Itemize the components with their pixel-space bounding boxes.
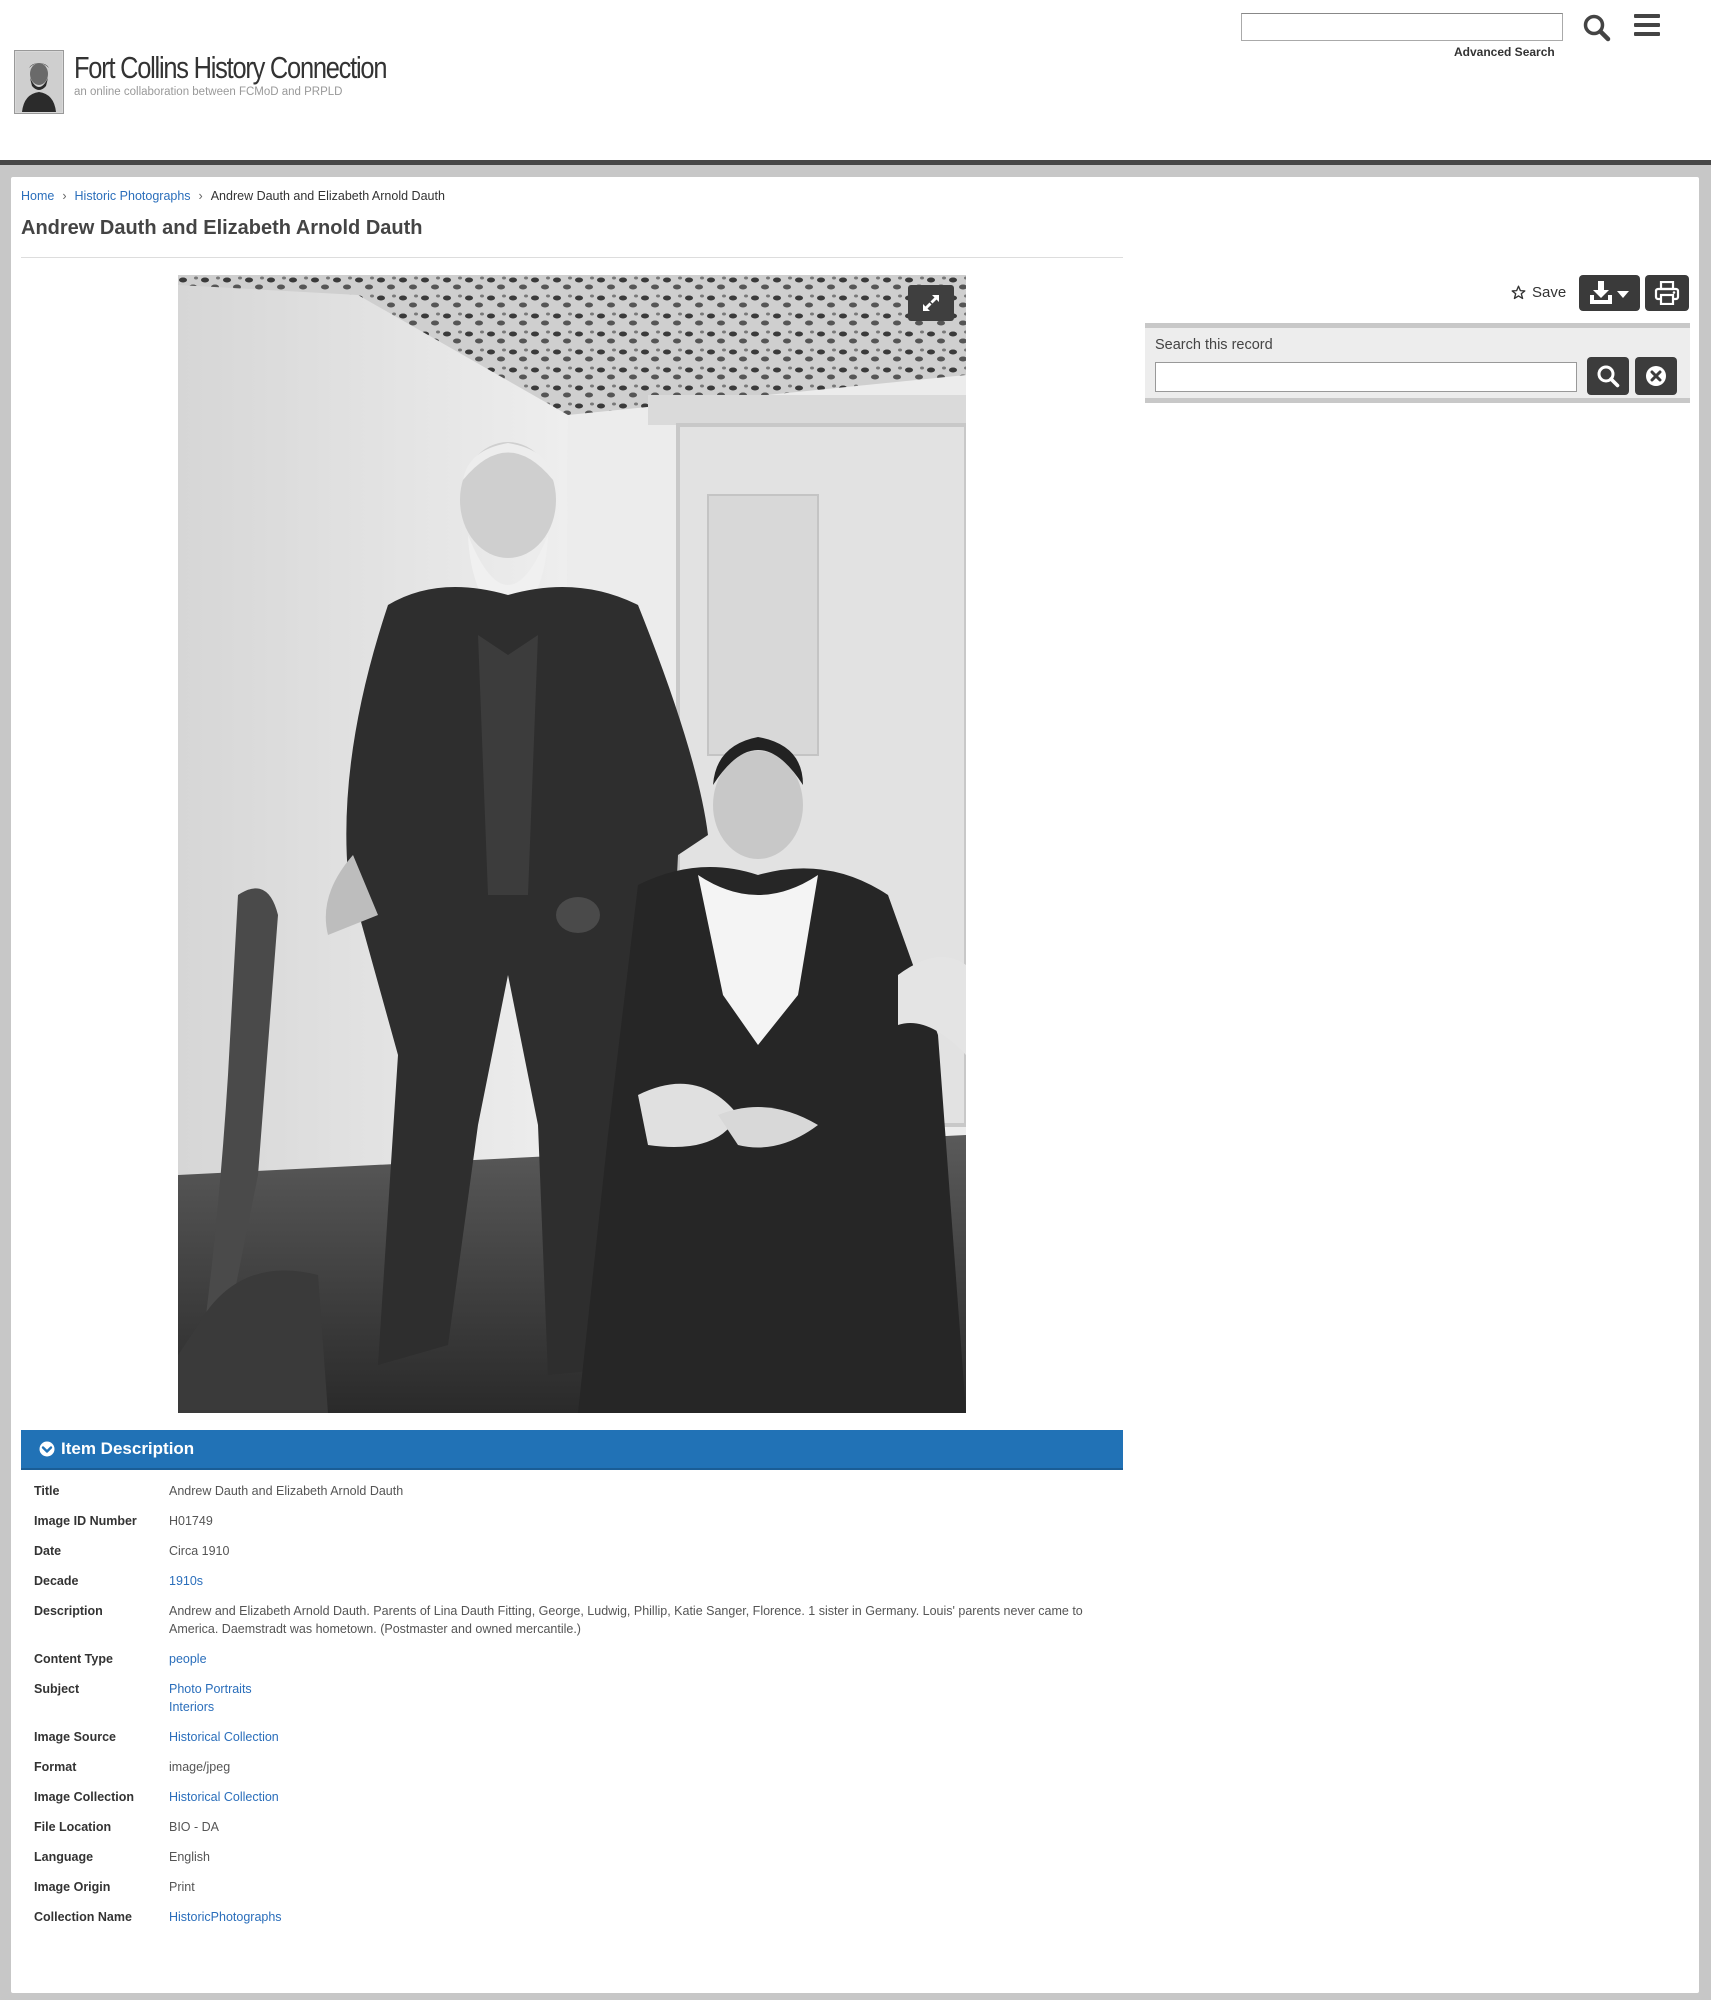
field-file-location: File Location BIO - DA (34, 1818, 1114, 1836)
collection-name-link[interactable]: HistoricPhotographs (169, 1908, 1114, 1926)
field-value: Circa 1910 (169, 1544, 230, 1558)
content-type-link[interactable]: people (169, 1650, 1114, 1668)
search-icon (1597, 365, 1620, 388)
field-value: H01749 (169, 1514, 213, 1528)
field-label: Decade (34, 1574, 79, 1588)
field-label: File Location (34, 1820, 112, 1834)
star-outline-icon (1511, 285, 1526, 300)
field-label: Date (34, 1544, 62, 1558)
field-language: Language English (34, 1848, 1114, 1866)
clear-x-circle-icon (1646, 366, 1666, 386)
logo-portrait-icon (14, 50, 64, 114)
field-image-collection: Image Collection Historical Collection (34, 1788, 1114, 1806)
field-value: BIO - DA (169, 1820, 220, 1834)
breadcrumb-separator-icon: › (62, 189, 67, 203)
image-source-link[interactable]: Historical Collection (169, 1728, 1114, 1746)
print-button[interactable] (1645, 275, 1689, 311)
chevron-down-circle-icon (39, 1441, 55, 1457)
site-header: Fort Collins History Connection an onlin… (0, 0, 1711, 160)
field-label: Image Collection (34, 1790, 135, 1804)
content-panel: Home › Historic Photographs › Andrew Dauth a… (11, 177, 1699, 1993)
field-label: Title (34, 1484, 60, 1498)
field-label: Subject (34, 1682, 80, 1696)
site-logo[interactable]: Fort Collins History Connection an onlin… (14, 50, 455, 114)
metadata-fields: Title Andrew Dauth and Elizabeth Arnold … (34, 1482, 1114, 1938)
field-label: Description (34, 1604, 103, 1618)
advanced-search-link[interactable]: Advanced Search (1454, 45, 1555, 59)
field-label: Image Source (34, 1730, 116, 1744)
image-collection-link[interactable]: Historical Collection (169, 1788, 1114, 1806)
site-search-button[interactable] (1582, 13, 1612, 43)
subject-link[interactable]: Photo Portraits (169, 1680, 1114, 1698)
subject-link[interactable]: Interiors (169, 1698, 1114, 1716)
field-subject: Subject Photo Portraits Interiors (34, 1680, 1114, 1716)
field-label: Format (34, 1760, 77, 1774)
title-divider (21, 257, 1123, 258)
item-description-heading: Item Description (61, 1439, 195, 1458)
field-label: Image ID Number (34, 1514, 137, 1528)
save-button[interactable]: Save (1511, 284, 1566, 301)
expand-image-button[interactable] (908, 285, 954, 321)
breadcrumb-home[interactable]: Home (21, 189, 54, 203)
expand-icon (923, 295, 939, 311)
field-format: Format image/jpeg (34, 1758, 1114, 1776)
field-label: Content Type (34, 1652, 113, 1666)
download-button[interactable] (1579, 275, 1640, 311)
record-image[interactable] (178, 275, 966, 1413)
item-description-toggle[interactable]: Item Description (21, 1430, 1123, 1470)
decade-link[interactable]: 1910s (169, 1572, 1114, 1590)
record-search-label: Search this record (1155, 337, 1273, 353)
field-value: Andrew and Elizabeth Arnold Dauth. Paren… (169, 1604, 1083, 1636)
record-search-input[interactable] (1155, 362, 1577, 392)
record-search-panel: Search this record (1145, 323, 1690, 403)
breadcrumb-separator-icon: › (198, 189, 203, 203)
field-date: Date Circa 1910 (34, 1542, 1114, 1560)
search-icon (1583, 14, 1611, 42)
breadcrumb-current: Andrew Dauth and Elizabeth Arnold Dauth (210, 189, 445, 203)
field-value: image/jpeg (169, 1760, 231, 1774)
content-frame: Home › Historic Photographs › Andrew Dauth a… (0, 165, 1711, 2000)
field-description: Description Andrew and Elizabeth Arnold … (34, 1602, 1114, 1638)
field-title: Title Andrew Dauth and Elizabeth Arnold … (34, 1482, 1114, 1500)
field-image-origin: Image Origin Print (34, 1878, 1114, 1896)
breadcrumb-collection[interactable]: Historic Photographs (75, 189, 191, 203)
field-collection-name: Collection Name HistoricPhotographs (34, 1908, 1114, 1926)
field-label: Collection Name (34, 1910, 132, 1924)
field-value: Print (169, 1880, 195, 1894)
field-decade: Decade 1910s (34, 1572, 1114, 1590)
main-menu-button[interactable] (1634, 14, 1660, 38)
hamburger-menu-icon (1634, 14, 1660, 36)
field-content-type: Content Type people (34, 1650, 1114, 1668)
field-value: English (169, 1850, 210, 1864)
photograph (178, 275, 966, 1413)
field-image-source: Image Source Historical Collection (34, 1728, 1114, 1746)
field-image-id: Image ID Number H01749 (34, 1512, 1114, 1530)
logo-subtitle: an online collaboration between FCMoD an… (74, 86, 343, 98)
clear-search-button[interactable] (1635, 357, 1677, 395)
print-icon (1654, 281, 1680, 305)
logo-title: Fort Collins History Connection (74, 50, 387, 85)
record-search-button[interactable] (1587, 357, 1629, 395)
save-label: Save (1532, 284, 1567, 301)
download-icon (1589, 281, 1629, 304)
field-value: Andrew Dauth and Elizabeth Arnold Dauth (169, 1484, 404, 1498)
page-title: Andrew Dauth and Elizabeth Arnold Dauth (21, 217, 423, 239)
field-label: Language (34, 1850, 94, 1864)
site-search-input[interactable] (1241, 13, 1563, 41)
breadcrumb: Home › Historic Photographs › Andrew Dauth a… (21, 189, 445, 203)
field-label: Image Origin (34, 1880, 111, 1894)
